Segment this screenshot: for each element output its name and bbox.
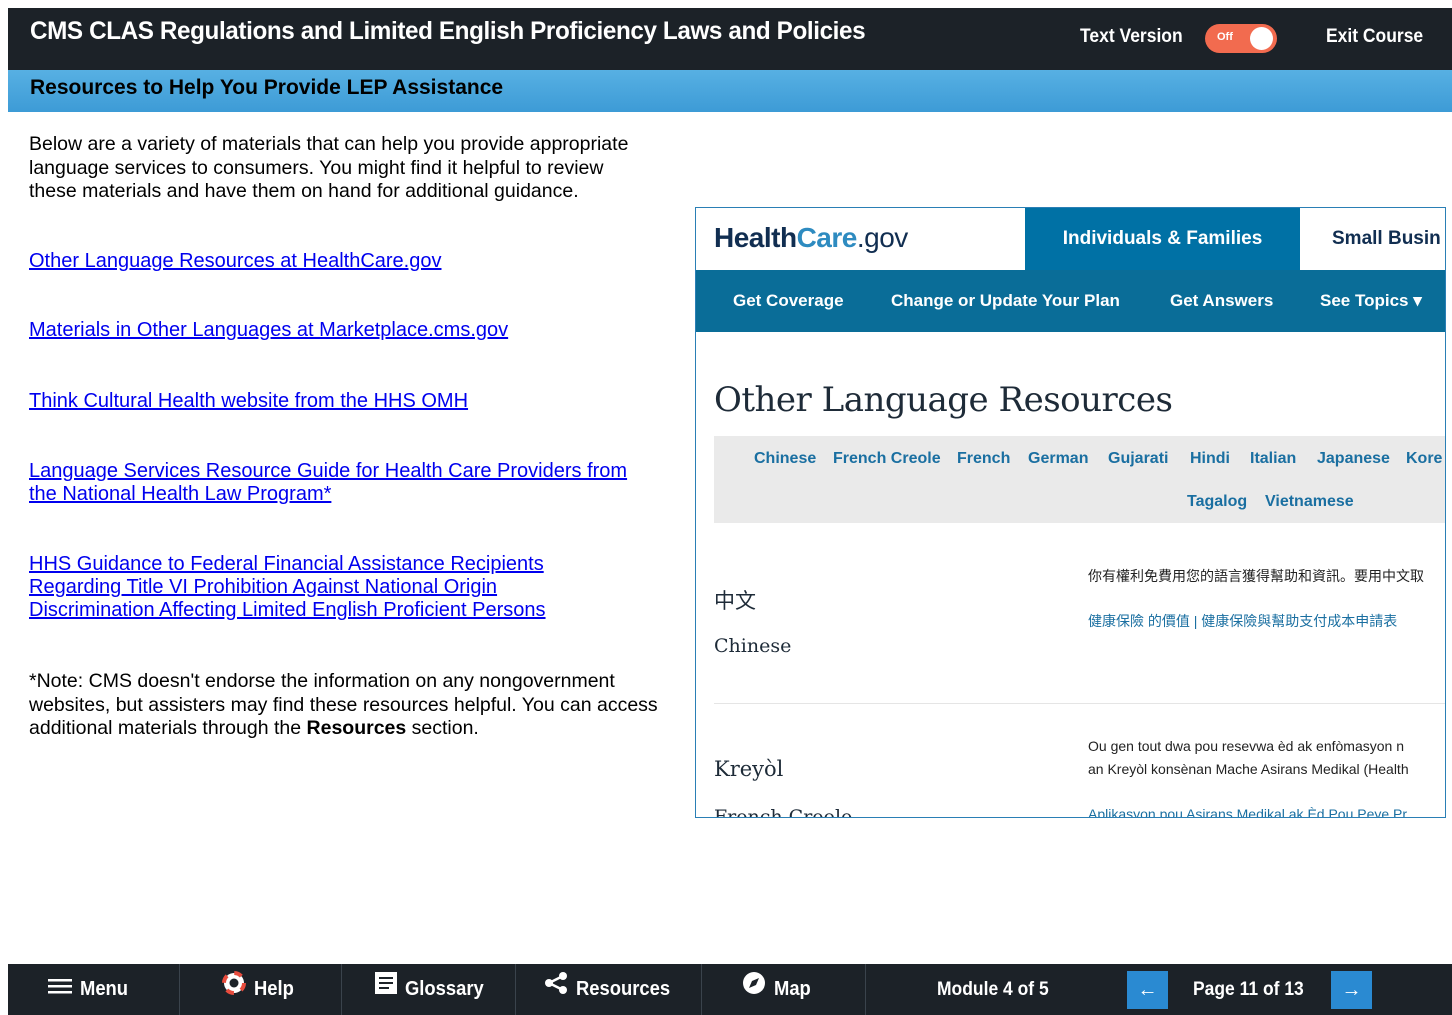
module-indicator: Module 4 of 5 bbox=[937, 979, 1049, 1000]
glossary-label: Glossary bbox=[405, 978, 484, 1000]
hc-creole-native: Kreyòl bbox=[714, 757, 784, 781]
toggle-knob bbox=[1250, 27, 1273, 50]
hamburger-icon bbox=[48, 964, 72, 1015]
hc-language-list: Chinese French Creole French German Guja… bbox=[714, 436, 1445, 523]
toggle-state-label: Off bbox=[1217, 31, 1233, 43]
separator bbox=[865, 964, 866, 1015]
map-label: Map bbox=[774, 978, 811, 1000]
text-version-label: Text Version bbox=[1080, 26, 1183, 47]
link-marketplace-cms[interactable]: Materials in Other Languages at Marketpl… bbox=[29, 319, 669, 342]
link-language-services-guide[interactable]: Language Services Resource Guide for Hea… bbox=[29, 460, 639, 506]
share-icon bbox=[544, 964, 568, 1015]
hc-lang-french-creole: French Creole bbox=[833, 450, 941, 467]
hc-lang-german: German bbox=[1028, 450, 1089, 467]
hc-nav-get-coverage: Get Coverage bbox=[733, 291, 844, 310]
menu-button[interactable]: Menu bbox=[48, 964, 132, 1015]
help-button[interactable]: Help bbox=[222, 964, 297, 1015]
hc-lang-korean: Kore bbox=[1406, 450, 1443, 467]
hc-divider bbox=[714, 703, 1445, 704]
bottom-nav-bar: Menu Help Glossary Resources Map Module … bbox=[8, 964, 1452, 1015]
hc-chinese-native: 中文 bbox=[714, 589, 756, 613]
hc-tab-individuals: Individuals & Families bbox=[1025, 208, 1300, 270]
hc-header: HealthCare.gov Individuals & Families Sm… bbox=[696, 208, 1445, 270]
hc-lang-tagalog: Tagalog bbox=[1187, 493, 1248, 510]
hc-lang-french: French bbox=[957, 450, 1011, 467]
hc-creole-link: Aplikasyon pou Asirans Medikal ak Èd Pou… bbox=[1088, 806, 1408, 818]
course-title: CMS CLAS Regulations and Limited English… bbox=[30, 17, 866, 45]
hc-creole-text-2: an Kreyòl konsènan Mache Asirans Medikal… bbox=[1088, 761, 1409, 777]
note-suffix: section. bbox=[406, 717, 479, 739]
note-resources-bold: Resources bbox=[306, 717, 407, 739]
lifebuoy-icon bbox=[222, 964, 246, 1015]
separator bbox=[179, 964, 180, 1015]
text-version-toggle[interactable]: Off bbox=[1205, 24, 1277, 53]
hc-creole-english: French Creole bbox=[714, 806, 853, 818]
healthcare-logo: HealthCare.gov bbox=[714, 222, 908, 253]
section-title: Resources to Help You Provide LEP Assist… bbox=[30, 76, 504, 99]
hc-nav-get-answers: Get Answers bbox=[1170, 291, 1274, 310]
hc-lang-hindi: Hindi bbox=[1190, 450, 1230, 467]
hc-lang-vietnamese: Vietnamese bbox=[1265, 493, 1354, 510]
next-page-button[interactable]: → bbox=[1331, 971, 1372, 1009]
link-hhs-guidance[interactable]: HHS Guidance to Federal Financial Assist… bbox=[29, 553, 604, 622]
section-header: Resources to Help You Provide LEP Assist… bbox=[8, 70, 1452, 112]
hc-tab-small-business: Small Busin bbox=[1332, 228, 1441, 249]
hc-nav-see-topics: See Topics ▾ bbox=[1320, 291, 1422, 310]
hc-chinese-links: 健康保險 的價值 | 健康保險與幫助支付成本申請表 bbox=[1088, 613, 1398, 629]
hc-chinese-english: Chinese bbox=[714, 635, 792, 657]
book-icon bbox=[375, 964, 397, 1015]
link-healthcare-gov[interactable]: Other Language Resources at HealthCare.g… bbox=[29, 250, 669, 273]
intro-text: Below are a variety of materials that ca… bbox=[29, 133, 629, 202]
previous-page-button[interactable]: ← bbox=[1127, 971, 1168, 1009]
hc-chinese-text: 你有權利免費用您的語言獲得幫助和資訊。要用中文取 bbox=[1088, 568, 1424, 584]
hc-lang-chinese: Chinese bbox=[754, 450, 817, 467]
hc-lang-japanese: Japanese bbox=[1317, 450, 1390, 467]
hc-creole-text-1: Ou gen tout dwa pou resevwa èd ak enfòma… bbox=[1088, 738, 1404, 754]
hc-nav: Get Coverage Change or Update Your Plan … bbox=[696, 270, 1445, 332]
glossary-button[interactable]: Glossary bbox=[375, 964, 491, 1015]
separator bbox=[515, 964, 516, 1015]
separator bbox=[701, 964, 702, 1015]
separator bbox=[341, 964, 342, 1015]
help-label: Help bbox=[254, 978, 294, 1000]
exit-course-button[interactable]: Exit Course bbox=[1326, 26, 1423, 48]
hc-lang-gujarati: Gujarati bbox=[1108, 450, 1169, 467]
note-text: *Note: CMS doesn't endorse the informati… bbox=[29, 670, 669, 741]
compass-icon bbox=[742, 964, 766, 1015]
title-bar: CMS CLAS Regulations and Limited English… bbox=[8, 8, 1452, 70]
hc-heading: Other Language Resources bbox=[714, 380, 1173, 420]
map-button[interactable]: Map bbox=[742, 964, 814, 1015]
link-think-cultural-health[interactable]: Think Cultural Health website from the H… bbox=[29, 390, 669, 413]
hc-lang-italian: Italian bbox=[1250, 450, 1297, 467]
hc-nav-change-plan: Change or Update Your Plan bbox=[891, 291, 1120, 310]
resources-label: Resources bbox=[576, 978, 671, 1000]
menu-label: Menu bbox=[80, 978, 129, 1000]
healthcare-gov-screenshot: HealthCare.gov Individuals & Families Sm… bbox=[695, 207, 1446, 818]
page-indicator: Page 11 of 13 bbox=[1193, 979, 1304, 1000]
resources-button[interactable]: Resources bbox=[544, 964, 678, 1015]
